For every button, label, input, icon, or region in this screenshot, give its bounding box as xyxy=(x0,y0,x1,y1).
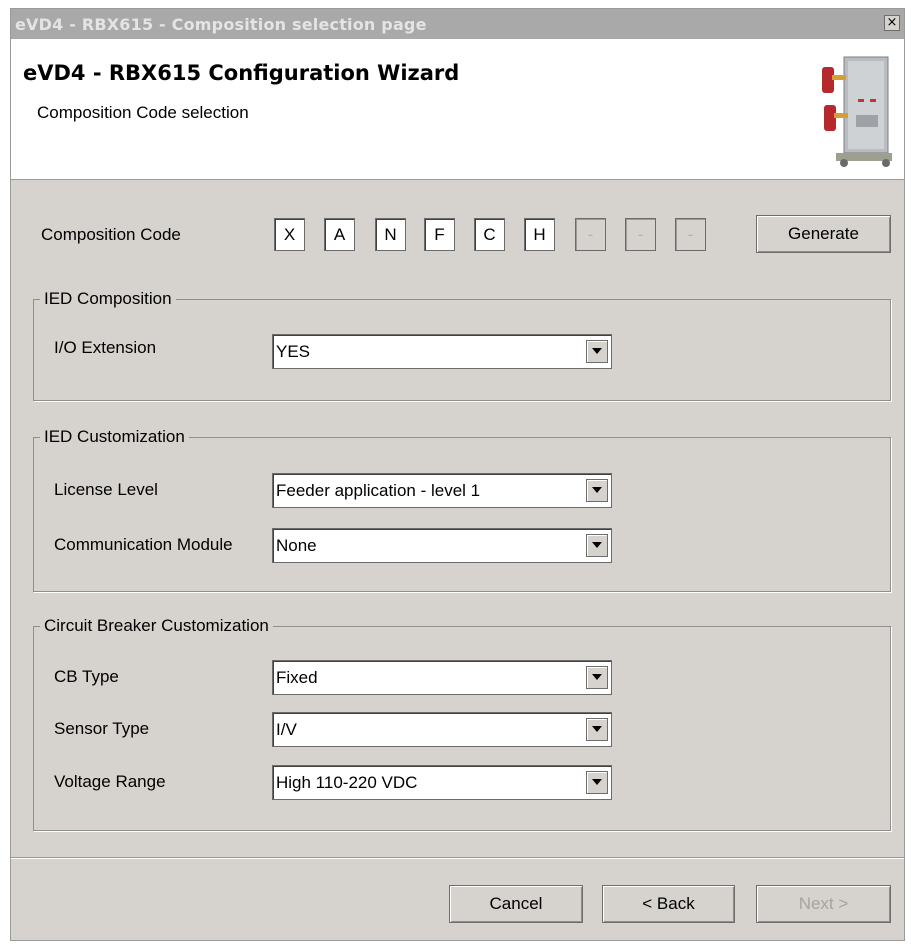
io-extension-select[interactable]: YES xyxy=(272,334,612,369)
code-field-6[interactable]: H xyxy=(524,218,555,251)
code-field-7: - xyxy=(575,218,606,251)
cancel-button[interactable]: Cancel xyxy=(449,885,583,923)
select-value: None xyxy=(276,536,317,555)
communication-module-select[interactable]: None xyxy=(272,528,612,563)
select-value: Feeder application - level 1 xyxy=(276,481,481,500)
cb-type-label: CB Type xyxy=(54,667,119,686)
page-subtitle: Composition Code selection xyxy=(37,103,249,122)
close-button[interactable]: × xyxy=(884,15,900,31)
voltage-range-select[interactable]: High 110-220 VDC xyxy=(272,765,612,800)
wizard-window: eVD4 - RBX615 - Composition selection pa… xyxy=(10,8,905,941)
group-legend: Circuit Breaker Customization xyxy=(40,616,273,636)
footer-divider xyxy=(11,857,904,859)
circuit-breaker-image xyxy=(822,56,892,167)
group-legend: IED Customization xyxy=(40,427,189,447)
chevron-down-icon[interactable] xyxy=(586,771,608,794)
chevron-down-icon[interactable] xyxy=(586,340,608,363)
page-title: eVD4 - RBX615 Configuration Wizard xyxy=(23,61,460,85)
chevron-down-icon[interactable] xyxy=(586,479,608,502)
code-field-8: - xyxy=(625,218,656,251)
code-field-9: - xyxy=(675,218,706,251)
chevron-down-icon[interactable] xyxy=(586,534,608,557)
code-field-3[interactable]: N xyxy=(375,218,406,251)
back-button[interactable]: < Back xyxy=(602,885,735,923)
chevron-down-icon[interactable] xyxy=(586,718,608,741)
sensor-type-label: Sensor Type xyxy=(54,719,150,738)
group-legend: IED Composition xyxy=(40,289,176,309)
select-value: I/V xyxy=(276,720,297,739)
communication-module-label: Communication Module xyxy=(54,535,233,554)
code-field-1[interactable]: X xyxy=(274,218,305,251)
voltage-range-label: Voltage Range xyxy=(54,772,166,791)
composition-code-label: Composition Code xyxy=(41,225,181,244)
license-level-label: License Level xyxy=(54,480,158,499)
cb-customization-group: Circuit Breaker Customization CB Type Fi… xyxy=(33,616,891,831)
window-title: eVD4 - RBX615 - Composition selection pa… xyxy=(15,15,427,34)
title-bar[interactable]: eVD4 - RBX615 - Composition selection pa… xyxy=(11,9,904,39)
chevron-down-icon[interactable] xyxy=(586,666,608,689)
select-value: Fixed xyxy=(276,668,318,687)
code-field-2[interactable]: A xyxy=(324,218,355,251)
generate-button[interactable]: Generate xyxy=(756,215,891,253)
wizard-header: eVD4 - RBX615 Configuration Wizard Compo… xyxy=(11,39,904,180)
cb-type-select[interactable]: Fixed xyxy=(272,660,612,695)
license-level-select[interactable]: Feeder application - level 1 xyxy=(272,473,612,508)
ied-composition-group: IED Composition I/O Extension YES xyxy=(33,289,891,401)
next-button: Next > xyxy=(756,885,891,923)
code-field-4[interactable]: F xyxy=(424,218,455,251)
select-value: YES xyxy=(276,342,311,361)
ied-customization-group: IED Customization License Level Feeder a… xyxy=(33,427,891,592)
sensor-type-select[interactable]: I/V xyxy=(272,712,612,747)
select-value: High 110-220 VDC xyxy=(276,773,418,792)
code-field-5[interactable]: C xyxy=(474,218,505,251)
io-extension-label: I/O Extension xyxy=(54,338,157,357)
